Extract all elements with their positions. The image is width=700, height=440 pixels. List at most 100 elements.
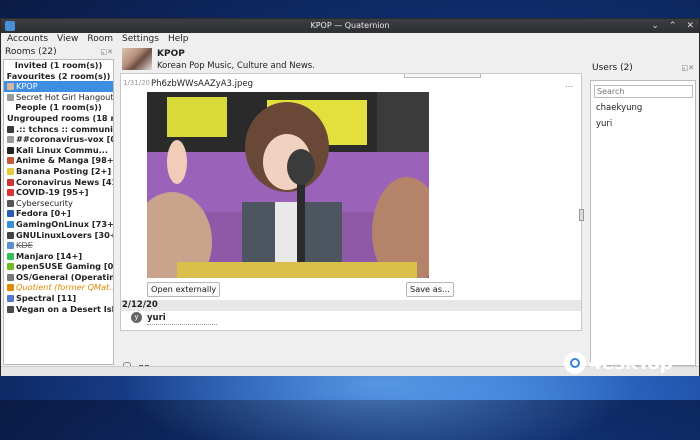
previous-message-edge [404,74,481,78]
dock-controls-icon[interactable]: ◱✕ [101,47,113,58]
room-avatar-icon [7,136,14,144]
room-list-item[interactable]: Coronavirus News [41+] [4,177,113,188]
room-list-label: COVID-19 [95+] [16,187,89,198]
room-list-label: Anime & Manga [98+] [16,155,113,166]
room-list-item[interactable]: Vegan on a Desert Isl... [4,304,113,315]
room-list-item[interactable]: openSUSE Gaming [0+] [4,261,113,272]
users-panel: Users (2) ◱✕ chaekyung yuri [590,63,696,366]
title-bar: KPOP — Quaternion ⌄ ⌃ ✕ [1,19,699,33]
room-avatar-icon [7,231,14,239]
room-list-label: Cybersecurity [16,197,73,208]
image-attachment[interactable] [147,92,429,278]
menu-room[interactable]: Room [84,33,116,46]
room-list-item[interactable]: Anime & Manga [98+] [4,155,113,166]
splitter-handle[interactable] [579,209,584,221]
room-avatar-icon [7,273,14,281]
room-list-item[interactable]: COVID-19 [95+] [4,187,113,198]
room-list-item[interactable]: GNULinuxLovers [30+] [4,230,113,241]
users-list: chaekyung yuri [590,80,696,366]
room-avatar-icon [7,252,14,260]
room-group-header[interactable]: People (1 room(s)) [4,102,113,113]
room-avatar-icon [7,220,14,228]
room-list-label: Quotient (former QMat... [16,282,113,293]
room-list-label: Favourites (2 room(s)) [6,70,111,81]
users-header: Users (2) ◱✕ [590,63,696,74]
room-list-label: Kali Linux Commu... [16,144,109,155]
app-icon [5,21,15,31]
room-avatar-icon [7,178,14,186]
room-avatar-icon [7,157,14,165]
room-list-item[interactable]: Kali Linux Commu... [4,145,113,156]
room-list-item[interactable]: Banana Posting [2+] [4,166,113,177]
room-list-item[interactable]: GamingOnLinux [73+] [4,219,113,230]
menu-accounts[interactable]: Accounts [4,33,51,46]
menu-settings[interactable]: Settings [119,33,162,46]
room-list-label: People (1 room(s)) [15,102,102,113]
room-list-item[interactable]: KDE [4,240,113,251]
room-group-header[interactable]: Invited (1 room(s)) [4,60,113,71]
users-search-input[interactable] [594,85,693,98]
open-externally-button[interactable]: Open externally [147,282,221,297]
room-list-item[interactable]: ##coronavirus-vox [0+] [4,134,113,145]
room-avatar-icon [7,189,14,197]
minimize-icon[interactable]: ⌄ [651,21,659,31]
room-list-label: .:: tchncs :: communit... [16,123,113,134]
room-avatar-icon [7,199,14,207]
room-view: KPOP Korean Pop Music, Culture and News.… [120,47,586,375]
room-name: KPOP [157,49,185,59]
room-avatar-icon [7,167,14,175]
menu-help[interactable]: Help [165,33,192,46]
room-list-label: openSUSE Gaming [0+] [16,261,113,272]
save-as-button[interactable]: Save as... [406,282,454,297]
room-list-label: Ungrouped rooms (18 ro... [7,112,113,123]
room-list-label: Spectral [11] [16,293,77,304]
message-timestamp: 1/31/20 [123,79,150,87]
rooms-header: Rooms (22) ◱✕ [3,47,115,58]
day-separator: 2/12/20 [121,300,581,311]
room-group-header[interactable]: Ungrouped rooms (18 ro... [4,113,113,124]
menu-bar: Accounts View Room Settings Help [1,33,699,46]
room-avatar-icon [7,263,14,271]
user-item[interactable]: chaekyung [596,103,642,113]
message-timeline[interactable]: 1/31/20 Ph6zbWWsAAZyA3.jpeg ... Open ext… [120,73,582,331]
watermark-logo-icon [564,352,586,374]
dock-controls-icon[interactable]: ◱✕ [682,63,694,74]
room-avatar-icon [7,125,14,133]
window-title: KPOP — Quaternion [310,21,390,30]
close-icon[interactable]: ✕ [686,21,694,31]
room-avatar-icon [7,93,14,101]
room-avatar-icon [7,284,14,292]
room-list-item[interactable]: OS/General (Operatin... [4,272,113,283]
user-item[interactable]: yuri [596,119,612,129]
room-list-label: KDE [16,240,33,251]
room-avatar-icon [7,242,14,250]
rooms-panel: Rooms (22) ◱✕ Invited (1 room(s)) Favouri… [3,47,115,365]
room-list-label: ##coronavirus-vox [0+] [16,134,113,145]
maximize-icon[interactable]: ⌃ [669,21,677,31]
room-list-item[interactable]: Secret Hot Girl Hangout [4,92,113,103]
room-list-label: Fedora [0+] [16,208,71,219]
room-avatar-icon [7,146,14,154]
room-group-header[interactable]: Favourites (2 room(s)) [4,71,113,82]
room-list-label: Vegan on a Desert Isl... [16,303,113,314]
room-avatar-icon [7,210,14,218]
room-list-item[interactable]: Cybersecurity [4,198,113,209]
room-topic: Korean Pop Music, Culture and News. [157,61,315,71]
message-text-cut [147,324,217,328]
more-options-icon[interactable]: ... [565,80,573,89]
room-list-item[interactable]: Quotient (former QMat... [4,282,113,293]
room-list-item[interactable]: Spectral [11] [4,293,113,304]
room-list-item[interactable]: Fedora [0+] [4,208,113,219]
room-list-item[interactable]: Manjaro [14+] [4,251,113,262]
room-avatar-icon [7,295,14,303]
room-list-label: OS/General (Operatin... [16,271,113,282]
room-header: KPOP Korean Pop Music, Culture and News. [120,47,586,71]
room-list-label: Invited (1 room(s)) [14,60,103,70]
room-list-item[interactable]: KPOP [4,81,113,92]
menu-view[interactable]: View [54,33,81,46]
room-list-label: KPOP [16,81,38,92]
room-list-label: GamingOnLinux [73+] [16,218,113,229]
room-list-item[interactable]: .:: tchncs :: communit... [4,124,113,135]
room-avatar-icon [7,305,14,313]
message-author: yuri [147,313,166,323]
